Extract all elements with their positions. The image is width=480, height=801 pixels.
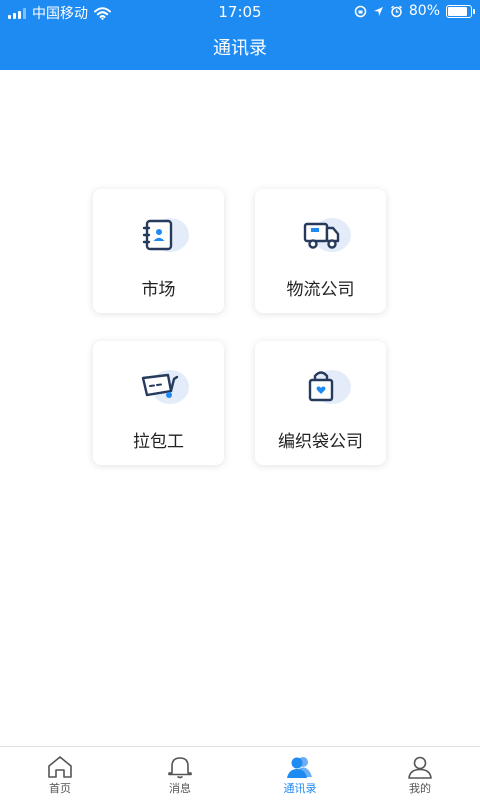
alarm-icon xyxy=(390,5,402,17)
rotation-lock-icon xyxy=(354,5,367,17)
delivery-truck-icon xyxy=(303,218,351,252)
card-label: 物流公司 xyxy=(286,280,355,300)
porter-card[interactable]: 拉包工 xyxy=(93,341,224,465)
contacts-icon xyxy=(287,757,312,778)
tab-label: 消息 xyxy=(169,782,191,795)
market-card[interactable]: 市场 xyxy=(93,189,224,313)
tab-home[interactable]: 首页 xyxy=(0,747,120,801)
tab-contacts[interactable]: 通讯录 xyxy=(240,747,360,801)
tab-messages[interactable]: 消息 xyxy=(120,747,240,801)
logistics-company-card[interactable]: 物流公司 xyxy=(255,189,386,313)
user-icon xyxy=(408,756,432,779)
bell-icon xyxy=(168,757,192,779)
status-right: 80% xyxy=(354,3,475,19)
shopping-bag-icon xyxy=(308,370,351,404)
home-icon xyxy=(48,756,72,778)
battery-percent: 80% xyxy=(408,3,440,19)
tab-profile[interactable]: 我的 xyxy=(360,747,480,801)
card-label: 拉包工 xyxy=(133,432,184,452)
hand-cart-icon xyxy=(141,370,189,404)
card-label: 市场 xyxy=(141,280,176,300)
tab-label: 我的 xyxy=(409,782,431,795)
bottom-tab-bar: 首页 消息 通讯录 我的 xyxy=(0,746,480,801)
contact-book-icon xyxy=(142,218,189,252)
tab-label: 首页 xyxy=(49,782,71,795)
card-label: 编织袋公司 xyxy=(278,432,363,452)
tab-label: 通讯录 xyxy=(283,782,317,795)
page-title: 通讯录 xyxy=(213,38,267,59)
battery-icon xyxy=(446,4,475,18)
status-bar: 中国移动 17:05 80% xyxy=(0,0,480,22)
location-icon xyxy=(373,6,383,16)
app-header: 中国移动 17:05 80% 通讯录 xyxy=(0,0,480,70)
woven-bag-company-card[interactable]: 编织袋公司 xyxy=(255,341,386,465)
